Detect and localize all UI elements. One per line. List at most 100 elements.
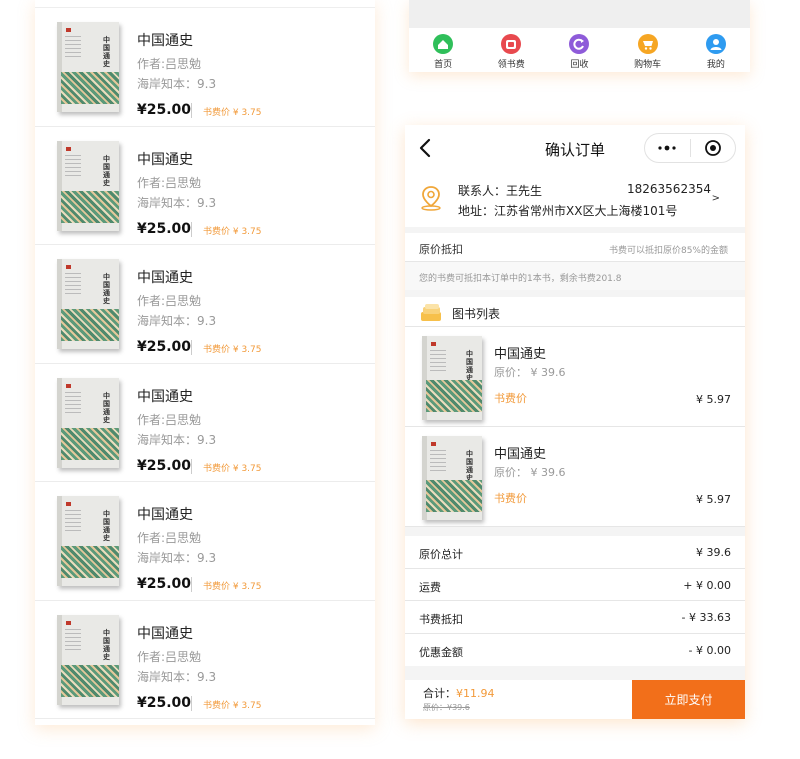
book-author: 作者:吕思勉: [137, 175, 202, 190]
book-list-item[interactable]: 中国通史 中国通史 作者:吕思勉 海岸知本：9.3 ¥25.00 书费价 ¥ 3…: [35, 127, 375, 245]
book-fee-price: 书费价 ¥ 3.75: [203, 345, 262, 355]
target-close-icon: [704, 140, 721, 156]
book-author: 作者:吕思勉: [137, 57, 202, 71]
book-list-header: 图书列表: [405, 297, 745, 327]
book-price: ¥25.00: [137, 102, 192, 118]
book-list-item[interactable]: 中国通史 中国通史 作者:吕思勉 海岸知本：9.3 ¥25.00 书费价 ¥ 3…: [35, 245, 375, 364]
publisher-logo: [66, 383, 71, 388]
order-book-item[interactable]: 中国通史 中国通史 原价： ¥ 39.6 书费价 ¥ 5.97: [405, 327, 745, 427]
book-fee-price: 书费价 ¥ 3.75: [203, 463, 262, 474]
price-separator: [191, 340, 192, 355]
book-list-item[interactable]: 中国通史 中国通史 作者:吕思勉 海岸知本：9.3 ¥25.00 书费价 ¥ 3…: [35, 601, 375, 719]
cover-title: 中国通史: [466, 349, 473, 382]
book-list-item[interactable]: 中国通史 中国通史 作者:吕思勉 海岸知本：9.3 ¥25.00 书费价 ¥ 3…: [35, 8, 375, 127]
contact-name: 联系人：王先生: [458, 184, 543, 198]
cover-small-text: [65, 273, 81, 295]
book-fee-price: 书费价 ¥ 3.75: [203, 700, 262, 711]
order-book-title: 中国通史: [494, 447, 547, 462]
tab-label: 我的: [706, 60, 725, 70]
book-fee-price: 书费价 ¥ 3.75: [203, 226, 262, 237]
cover-pattern: [61, 190, 119, 223]
cover-small-text: [65, 391, 81, 414]
tab-cart[interactable]: 购物车: [618, 34, 678, 70]
price-separator: [191, 221, 192, 237]
chevron-right-icon: >: [711, 193, 720, 204]
user-icon: [705, 34, 726, 54]
cover-small-text: [430, 450, 446, 472]
tabbar-preview-panel: 首页 领书费 回收 购物车 我的: [409, 0, 750, 72]
book-rating: 海岸知本：9.3: [137, 669, 217, 684]
book-fee-price: 书费价 ¥ 3.75: [203, 582, 262, 592]
book-title: 中国通史: [137, 33, 193, 49]
location-pin-icon: [421, 186, 441, 211]
cover-small-text: [430, 350, 446, 372]
cover-pattern: [61, 546, 119, 578]
tab-home[interactable]: 首页: [413, 34, 473, 70]
cover-pattern: [426, 480, 482, 512]
tab-recycle[interactable]: 回收: [549, 34, 609, 70]
book-title: 中国通史: [137, 151, 193, 168]
book-rating: 海岸知本：9.3: [137, 195, 217, 210]
recycle-icon: [569, 34, 590, 54]
cover-title: 中国通史: [103, 509, 110, 542]
cover-title: 中国通史: [103, 627, 110, 661]
book-fee-price: 书费价 ¥ 3.75: [203, 108, 262, 118]
pay-now-button[interactable]: 立即支付: [632, 680, 745, 719]
summary-row: 书费抵扣 - ¥ 33.63: [405, 601, 745, 634]
publisher-logo: [66, 28, 71, 32]
total-value: ¥11.94: [456, 687, 495, 700]
cover-pattern: [61, 427, 119, 460]
miniapp-capsule: [644, 133, 736, 163]
cover-title: 中国通史: [103, 390, 110, 424]
more-dots-icon: [658, 145, 676, 151]
book-cover-image: 中国通史: [57, 377, 119, 468]
cover-title: 中国通史: [103, 35, 110, 68]
checkout-bar: 合计：¥11.94 原价：¥39.6 立即支付: [405, 680, 745, 719]
order-book-item[interactable]: 中国通史 中国通史 原价： ¥ 39.6 书费价 ¥ 5.97: [405, 427, 745, 527]
cover-small-text: [65, 36, 81, 58]
bottom-tabbar: 首页 领书费 回收 购物车 我的: [409, 28, 750, 70]
book-author: 作者:吕思勉: [137, 649, 202, 664]
summary-row: 原价总计 ¥ 39.6: [405, 536, 745, 569]
book-rating: 海岸知本：9.3: [137, 551, 217, 565]
price-separator: [191, 695, 192, 711]
publisher-logo: [66, 146, 71, 151]
publisher-logo: [66, 265, 71, 269]
address-text: 地址：江苏省常州市XX区大上海楼101号: [458, 204, 678, 218]
book-title: 中国通史: [137, 270, 193, 286]
order-book-title: 中国通史: [494, 347, 547, 362]
publisher-logo: [431, 442, 436, 446]
price-deduction-section: 原价抵扣 书费可以抵扣原价85%的金额 您的书费可抵扣本订单中的1本书，剩余书费…: [405, 233, 745, 290]
cover-pattern: [61, 309, 119, 341]
deduction-info-text: 您的书费可抵扣本订单中的1本书，剩余书费201.8: [419, 274, 622, 284]
total-label: 合计：: [423, 687, 456, 700]
book-cover-image: 中国通史: [57, 140, 119, 231]
tab-wallet[interactable]: 领书费: [481, 34, 541, 70]
deduction-info: 您的书费可抵扣本订单中的1本书，剩余书费201.8: [405, 262, 745, 290]
book-list-item[interactable]: 中国通史 中国通史 作者:吕思勉 海岸知本：9.3 ¥25.00 书费价 ¥ 3…: [35, 482, 375, 601]
more-menu-button[interactable]: [645, 134, 690, 162]
book-list-item[interactable]: 中国通史 中国通史 作者:吕思勉 海岸知本：9.3 ¥25.00 书费价 ¥ 3…: [35, 364, 375, 482]
cover-small-text: [65, 154, 81, 177]
close-miniapp-button[interactable]: [691, 134, 736, 162]
tab-user[interactable]: 我的: [686, 34, 746, 70]
order-book-fee-label: 书费价: [494, 492, 527, 505]
book-title: 中国通史: [137, 625, 193, 642]
summary-row: 运费 + ¥ 0.00: [405, 569, 745, 601]
shipping-address[interactable]: 联系人：王先生 18263562354 地址：江苏省常州市XX区大上海楼101号…: [405, 171, 745, 227]
book-rating: 海岸知本：9.3: [137, 432, 217, 447]
cover-small-text: [65, 628, 81, 651]
list-top-divider: [35, 0, 375, 8]
cover-title: 中国通史: [103, 153, 110, 187]
cover-pattern: [426, 380, 482, 412]
publisher-logo: [66, 502, 71, 506]
book-author: 作者:吕思勉: [137, 412, 202, 427]
order-book-price: ¥ 5.97: [696, 493, 731, 506]
book-price: ¥25.00: [137, 220, 192, 237]
book-stack-icon: [421, 304, 441, 321]
nav-bar: 确认订单: [405, 125, 745, 171]
wallet-icon: [501, 34, 522, 54]
order-book-original-price: 原价： ¥ 39.6: [494, 466, 566, 479]
cover-title: 中国通史: [103, 272, 110, 305]
order-book-original-price: 原价： ¥ 39.6: [494, 366, 566, 379]
